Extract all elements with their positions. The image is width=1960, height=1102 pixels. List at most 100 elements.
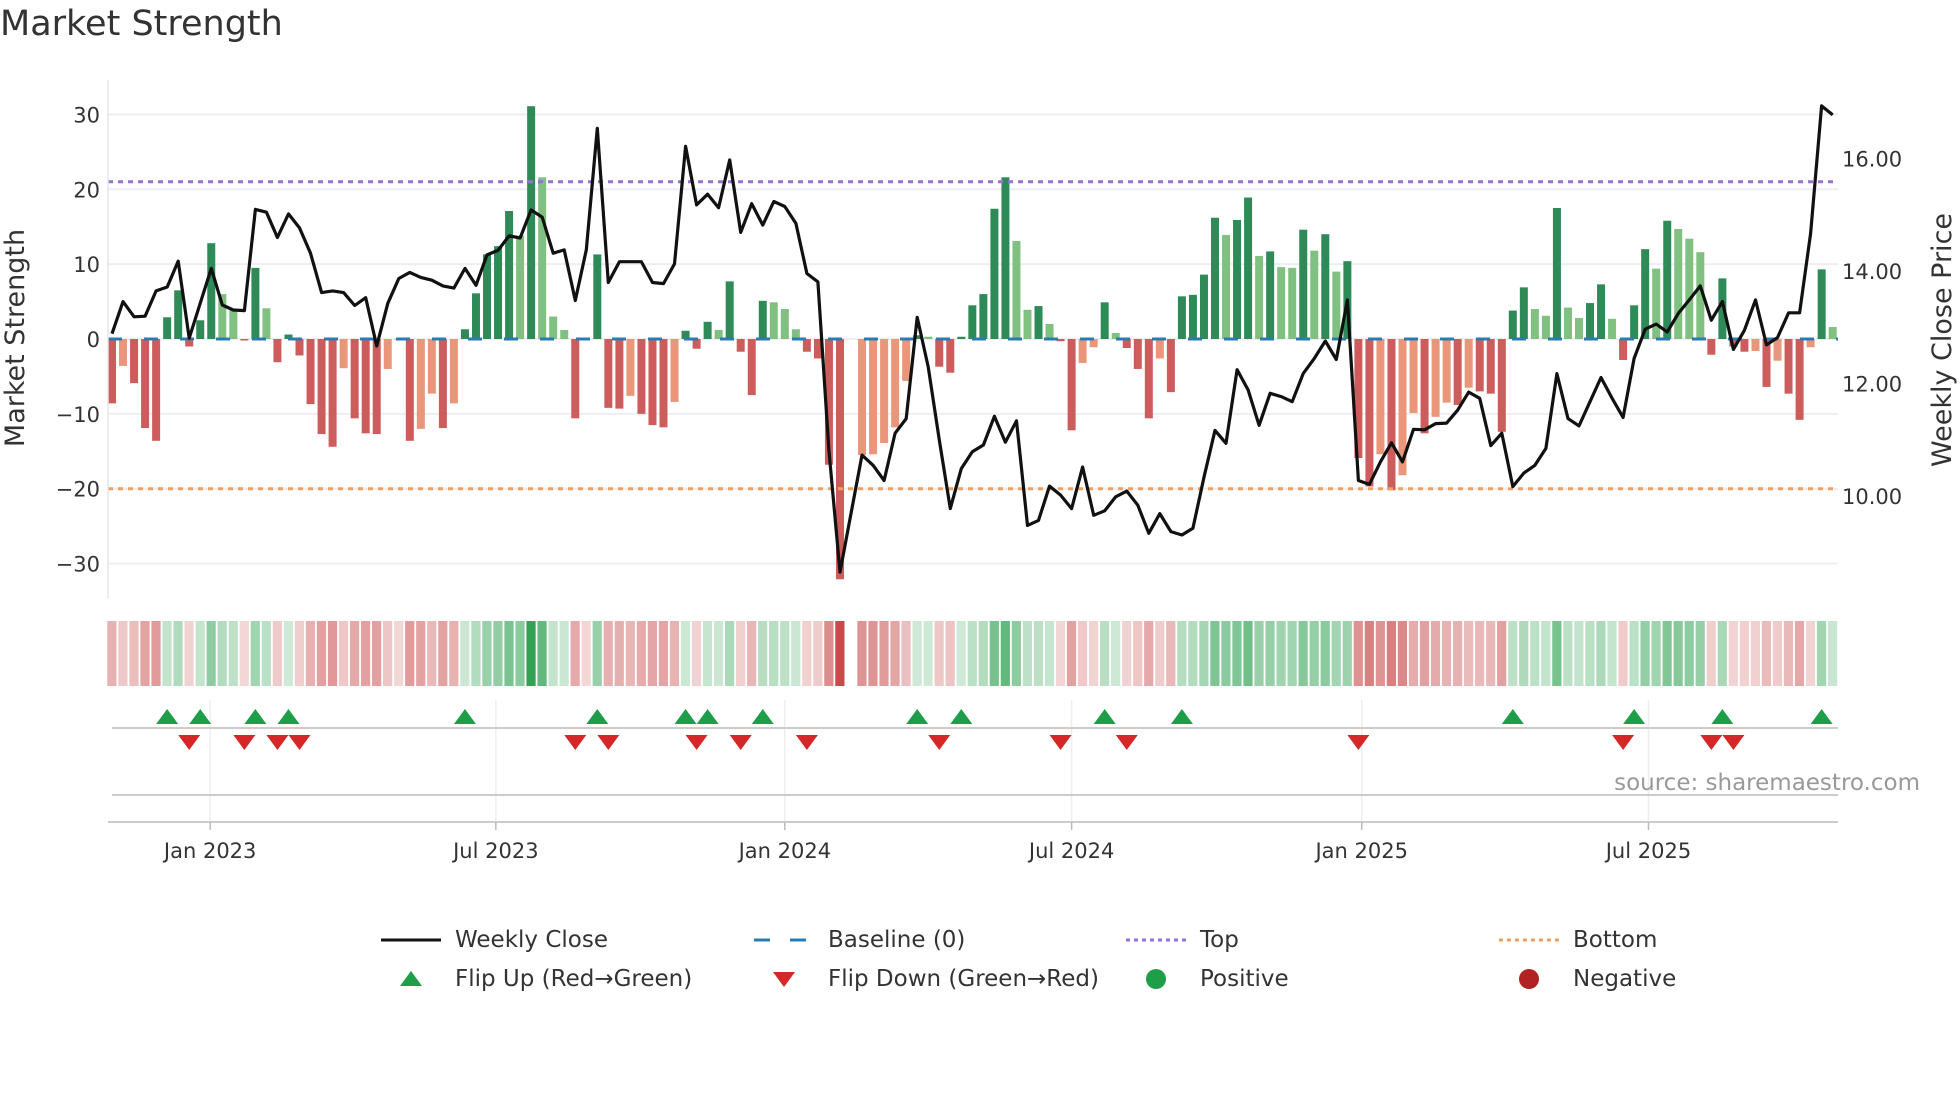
strength-bar (1166, 339, 1175, 393)
strength-bar (1012, 240, 1021, 339)
legend-label: Negative (1573, 966, 1677, 992)
strength-bar (262, 308, 271, 339)
heat-cell (372, 621, 382, 686)
flip-down-marker (1722, 735, 1745, 750)
heat-cell (305, 621, 316, 686)
strength-bar (1817, 269, 1826, 339)
strength-bar (1652, 268, 1661, 339)
strength-bar (615, 339, 624, 409)
strength-bar (1299, 229, 1308, 339)
x-tick-label: Jul 2024 (1027, 839, 1114, 863)
heat-cell (581, 621, 591, 686)
heat-cell (1177, 621, 1187, 686)
strength-bar (1685, 238, 1694, 339)
heat-cell (647, 621, 657, 686)
strength-bar (449, 339, 458, 404)
strength-bar (350, 339, 359, 419)
flip-down-marker (1115, 735, 1138, 750)
strength-bar (460, 329, 469, 339)
heat-cell (383, 621, 393, 686)
legend-item: Flip Down (Green→Red) (754, 964, 1099, 994)
strength-bar (1497, 339, 1506, 432)
heat-cell (835, 621, 845, 686)
strength-bar (516, 235, 525, 339)
flip-up-marker (586, 709, 609, 724)
circle-red-icon (1499, 964, 1561, 994)
strength-bar (372, 339, 381, 435)
heat-cell (691, 621, 702, 686)
heat-cell (769, 621, 779, 686)
strength-bar (1409, 339, 1418, 414)
strength-bar (1740, 339, 1749, 352)
heat-cell (669, 621, 680, 686)
line-icon (381, 925, 443, 955)
strength-bar (1674, 228, 1683, 339)
y-tick-label: 10 (73, 253, 100, 277)
heat-cell (1739, 621, 1749, 686)
heat-cell (1640, 621, 1650, 686)
heat-cell (780, 621, 790, 686)
strength-bar (1508, 310, 1517, 339)
heat-cell (1077, 621, 1088, 686)
flip-up-marker (1711, 709, 1734, 724)
heat-cell (857, 621, 867, 686)
strength-bar (725, 281, 734, 339)
legend-item: Bottom (1499, 925, 1657, 955)
strength-bar (979, 294, 988, 339)
heat-cell (1486, 621, 1496, 686)
heat-cell (1144, 621, 1154, 686)
heat-cell (1133, 621, 1143, 686)
heat-cell (151, 621, 161, 686)
flip-up-marker (674, 709, 697, 724)
strength-bar (471, 293, 480, 339)
heat-cell (338, 621, 349, 686)
heat-cell (548, 621, 558, 686)
heat-cell (1673, 621, 1683, 686)
strength-bar (769, 302, 778, 339)
strength-bar (1211, 217, 1219, 339)
strength-bar (549, 316, 558, 339)
heat-cell (394, 621, 404, 686)
heat-cell (1452, 621, 1463, 686)
strength-bar (1597, 284, 1606, 339)
flip-down-marker (288, 735, 311, 750)
x-tick-label: Jan 2024 (737, 839, 832, 863)
strength-bar (1431, 339, 1440, 417)
strength-bar (1277, 267, 1286, 339)
strength-bar (670, 339, 679, 402)
heat-cell (802, 621, 812, 686)
y-tick-label: −10 (56, 403, 100, 427)
heat-cell (1100, 621, 1110, 686)
strength-bar (1586, 303, 1595, 339)
heat-cell (1331, 621, 1341, 686)
flip-up-marker (244, 709, 267, 724)
heat-cell (1607, 621, 1617, 686)
heat-cell (173, 621, 183, 686)
heat-cell (978, 621, 988, 686)
heat-cell (1011, 621, 1021, 686)
flip-up-marker (1501, 709, 1524, 724)
strength-bar (1233, 219, 1242, 339)
heat-strip (107, 621, 1838, 686)
y2-tick-label: 14.00 (1842, 260, 1902, 284)
strength-bar (317, 339, 326, 435)
strength-bar (1519, 287, 1528, 339)
strength-bar (505, 210, 514, 339)
flip-up-marker (696, 709, 719, 724)
heat-cell (901, 621, 911, 686)
heat-cell (327, 621, 338, 686)
strength-bar (736, 339, 745, 352)
y-axis-title-left: Market Strength (0, 229, 31, 447)
x-tick-label: Jan 2023 (162, 839, 257, 863)
heat-cell (1055, 621, 1066, 686)
strength-bar (1464, 339, 1473, 388)
heat-cell (526, 621, 536, 686)
market-strength-chart: 30 20 10 0 −10 −20 −30 16.00 14.00 12.00 10.00 Jan … (0, 80, 1958, 863)
heat-cell (1408, 621, 1419, 686)
strength-bar (935, 339, 944, 367)
strength-bar (174, 290, 183, 339)
y-tick-label: −30 (56, 553, 100, 577)
heat-cell (989, 621, 999, 686)
strength-bar (1045, 324, 1054, 339)
strength-bar (1828, 327, 1837, 339)
